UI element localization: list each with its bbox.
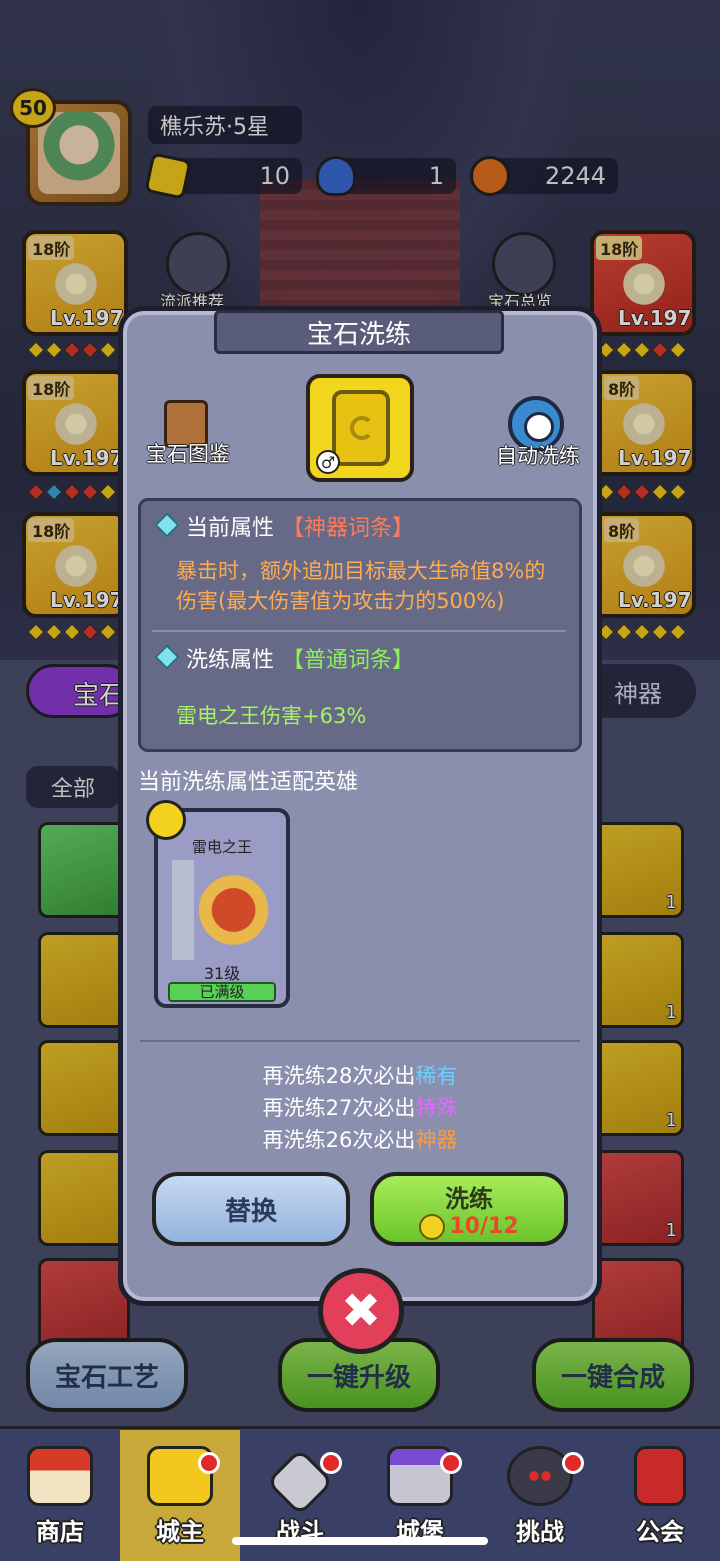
auto-wash-label[interactable]: 自动洗练 xyxy=(496,440,580,470)
demon-icon xyxy=(507,1446,573,1506)
nav-challenge[interactable]: 挑战 xyxy=(480,1430,600,1561)
wash-attr-tag: 【普通词条】 xyxy=(282,648,415,673)
dialog-title: 宝石洗练 xyxy=(214,310,504,354)
lightning-icon xyxy=(146,800,186,840)
nav-guild[interactable]: 公会 xyxy=(600,1430,720,1561)
nav-shop[interactable]: 商店 xyxy=(0,1430,120,1561)
hero-max-badge: 已满级 xyxy=(168,982,276,1002)
swirl-icon xyxy=(350,416,374,440)
fit-hero-label: 当前洗练属性适配英雄 xyxy=(138,770,359,795)
pity-line-special: 再洗练27次必出特殊 xyxy=(262,1096,458,1120)
attr-divider xyxy=(152,630,566,632)
male-symbol-icon: ♂ xyxy=(316,450,340,474)
hero-level: 31级 xyxy=(203,964,241,983)
close-icon[interactable]: ✖ xyxy=(318,1268,404,1354)
gold-coin-icon xyxy=(419,1213,446,1240)
hero-portrait xyxy=(164,860,280,960)
current-attr-desc-2: 伤害(最大伤害值为攻击力的500%) xyxy=(176,589,505,613)
replace-button[interactable]: 替换 xyxy=(152,1172,350,1246)
selected-gem[interactable]: ♂ xyxy=(306,374,414,482)
handbook-label[interactable]: 宝石图鉴 xyxy=(146,438,230,468)
home-indicator xyxy=(232,1537,488,1545)
notification-dot xyxy=(562,1452,584,1474)
wash-button[interactable]: 洗练 10/12 xyxy=(370,1172,568,1246)
shop-icon xyxy=(27,1446,93,1506)
notification-dot xyxy=(440,1452,462,1474)
nav-lord[interactable]: 城主 xyxy=(120,1430,240,1561)
pity-line-artifact: 再洗练26次必出神器 xyxy=(262,1128,458,1152)
wash-attr-desc: 雷电之王伤害+63% xyxy=(176,704,367,728)
pity-line-rare: 再洗练28次必出稀有 xyxy=(262,1064,458,1088)
section-divider xyxy=(140,1040,580,1042)
notification-dot xyxy=(320,1452,342,1474)
wash-attr-label: 洗练属性 xyxy=(186,648,275,673)
current-attr-desc-1: 暴击时，额外追加目标最大生命值8%的 xyxy=(176,559,546,583)
current-attr-label: 当前属性 xyxy=(186,516,275,541)
banner-icon xyxy=(634,1446,686,1506)
notification-dot xyxy=(198,1452,220,1474)
current-attr-tag: 【神器词条】 xyxy=(282,516,415,541)
hero-name: 雷电之王 xyxy=(191,838,252,856)
